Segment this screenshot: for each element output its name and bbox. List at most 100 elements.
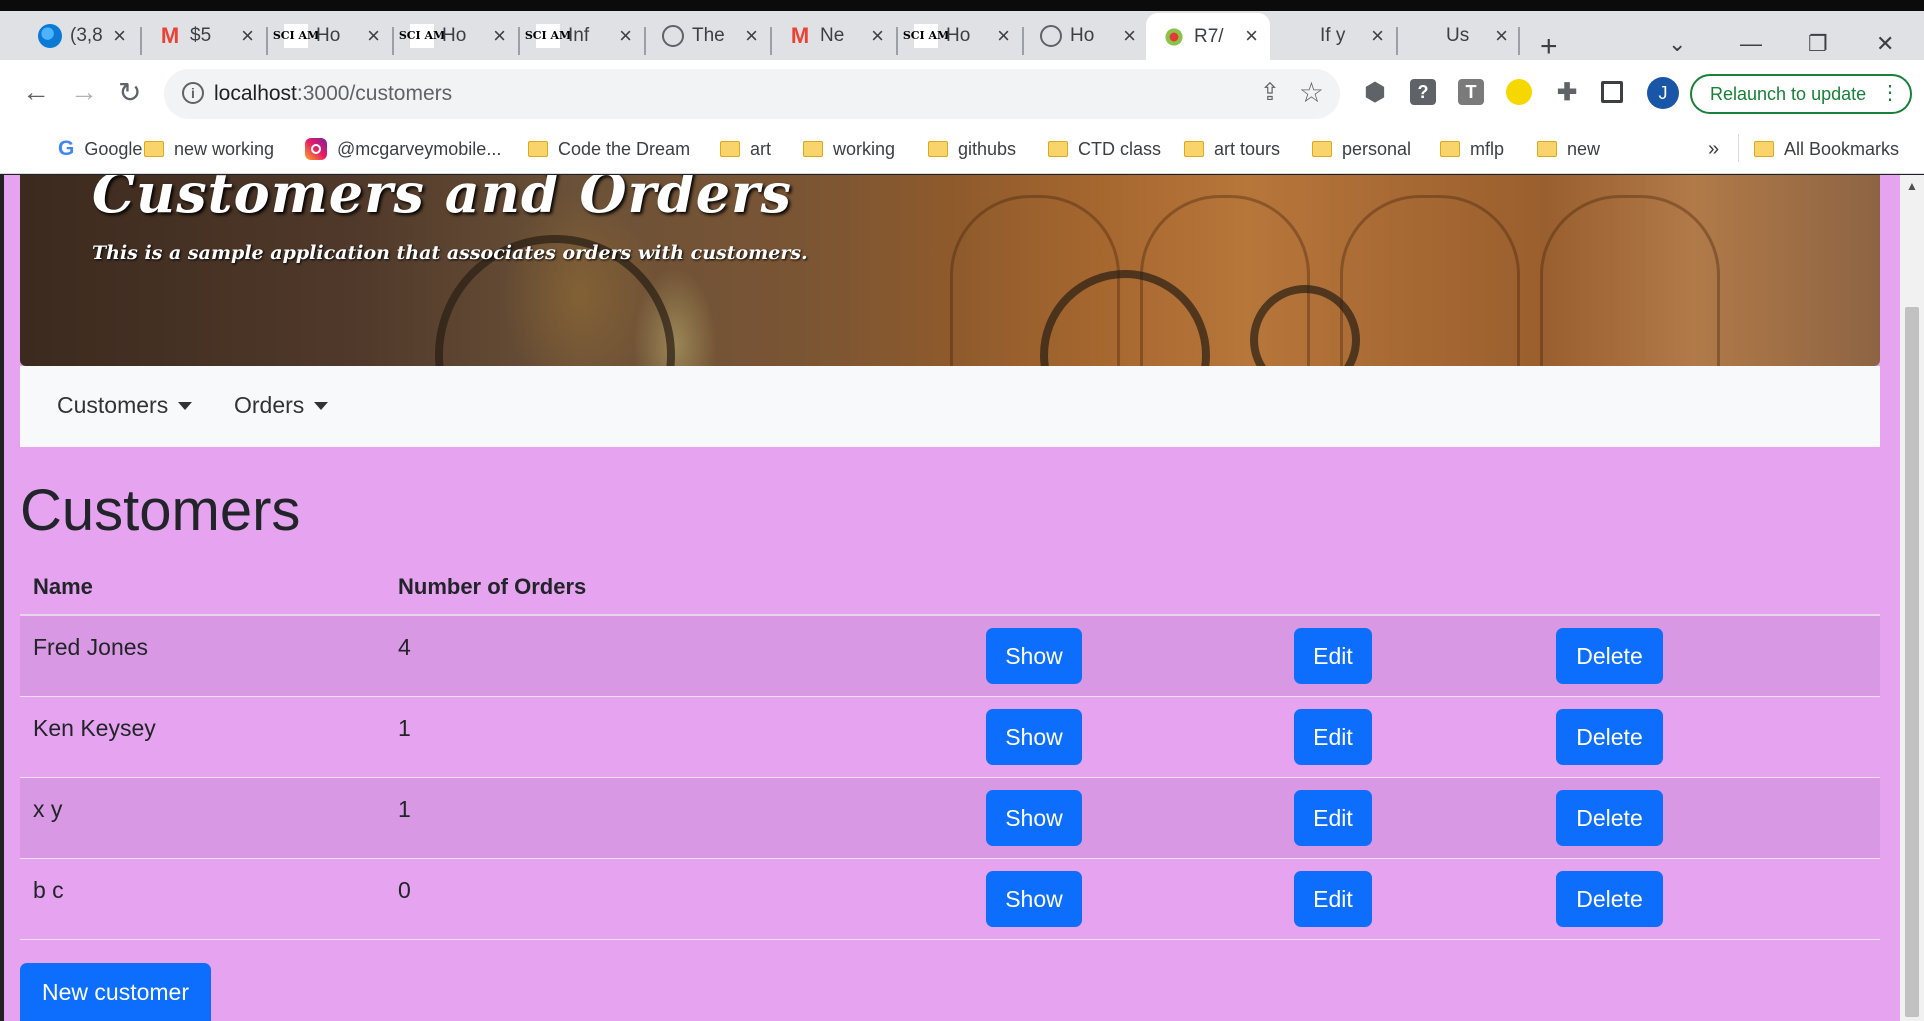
tab-search-icon[interactable]: ⌄: [1668, 31, 1686, 57]
close-window-icon[interactable]: ✕: [1876, 31, 1894, 57]
folder-icon: [528, 141, 548, 157]
hero-title: Customers and Orders: [92, 175, 793, 225]
bookmark-new[interactable]: new: [1537, 136, 1600, 162]
order-count: 0: [398, 877, 411, 903]
bookmark-code-the-dream[interactable]: Code the Dream: [528, 136, 690, 162]
show-button[interactable]: Show: [986, 790, 1082, 846]
edit-button[interactable]: Edit: [1294, 790, 1372, 846]
bookmark-art-tours[interactable]: art tours: [1184, 136, 1280, 162]
table-row: Ken Keysey 1 Show Edit Delete: [20, 697, 1880, 778]
customers-dropdown[interactable]: Customers: [57, 392, 193, 419]
extension-hexagon-icon[interactable]: ⬢: [1362, 79, 1388, 106]
back-icon[interactable]: ←: [22, 76, 50, 108]
bookmark-personal[interactable]: personal: [1312, 136, 1411, 162]
close-tab-icon[interactable]: ×: [493, 23, 506, 49]
show-button[interactable]: Show: [986, 709, 1082, 765]
browser-tab[interactable]: SCI AM Ho ×: [898, 21, 1022, 50]
folder-icon: [1312, 141, 1332, 157]
close-tab-icon[interactable]: ×: [619, 23, 632, 49]
tab-title: Ho: [1070, 24, 1095, 46]
browser-tab[interactable]: Us ×: [1398, 21, 1520, 50]
bookmark-art[interactable]: art: [720, 136, 771, 162]
bookmark-instagram[interactable]: @mcgarveymobile...: [305, 136, 501, 162]
browser-tab[interactable]: M $5 ×: [142, 21, 266, 50]
bookmark-new-working[interactable]: new working: [144, 136, 274, 162]
share-icon[interactable]: ⇪: [1260, 78, 1280, 107]
folder-icon: [1537, 141, 1557, 157]
browser-tab[interactable]: If y ×: [1272, 21, 1396, 50]
browser-tab[interactable]: (3,8 ×: [22, 21, 138, 50]
bookmark-mflp[interactable]: mflp: [1440, 136, 1504, 162]
browser-tab[interactable]: M Ne ×: [772, 21, 896, 50]
scroll-up-icon[interactable]: ▲: [1906, 179, 1918, 193]
google-icon: G: [58, 137, 75, 160]
close-tab-icon[interactable]: ×: [997, 23, 1010, 49]
close-tab-icon[interactable]: ×: [367, 23, 380, 49]
close-tab-icon[interactable]: ×: [1371, 23, 1384, 49]
close-tab-icon[interactable]: ×: [871, 23, 884, 49]
extensions-puzzle-icon[interactable]: ✚: [1554, 79, 1580, 106]
order-count: 1: [398, 796, 411, 822]
close-tab-icon[interactable]: ×: [241, 23, 254, 49]
url-text[interactable]: localhost:3000/customers: [214, 82, 452, 106]
browser-tab[interactable]: SCI AM Ho ×: [394, 21, 518, 50]
reload-icon[interactable]: ↻: [118, 76, 141, 109]
browser-tab[interactable]: Ho ×: [1024, 21, 1148, 50]
close-tab-icon[interactable]: ×: [745, 23, 758, 49]
delete-button[interactable]: Delete: [1556, 628, 1663, 684]
customers-table: Name Number of Orders Fred Jones 4 Show …: [20, 558, 1880, 940]
bookmark-star-icon[interactable]: ☆: [1299, 76, 1324, 109]
help-extension-icon[interactable]: ?: [1410, 79, 1436, 105]
new-tab-icon[interactable]: +: [1540, 30, 1558, 64]
order-count: 4: [398, 634, 411, 660]
menu-dots-icon[interactable]: ⋮: [1880, 80, 1900, 105]
browser-tab-active[interactable]: R7/ ×: [1146, 13, 1270, 61]
browser-tab[interactable]: The ×: [646, 21, 770, 50]
close-tab-icon[interactable]: ×: [1123, 23, 1136, 49]
bookmark-ctd-class[interactable]: CTD class: [1048, 136, 1161, 162]
folder-icon: [1754, 141, 1774, 157]
folder-icon: [1184, 141, 1204, 157]
bookmarks-overflow-icon[interactable]: »: [1708, 136, 1719, 162]
scrollbar-thumb[interactable]: [1905, 307, 1919, 1017]
site-info-icon[interactable]: i: [182, 82, 204, 104]
address-bar[interactable]: i localhost:3000/customers ⇪ ☆: [164, 69, 1340, 119]
page-viewport: Customers and Orders This is a sample ap…: [0, 175, 1924, 1021]
gmail-icon: M: [790, 23, 810, 48]
forward-icon[interactable]: →: [70, 76, 98, 108]
caret-down-icon: [314, 401, 329, 410]
gmail-icon: M: [160, 23, 180, 48]
t-extension-icon[interactable]: T: [1458, 79, 1484, 105]
delete-button[interactable]: Delete: [1556, 790, 1663, 846]
all-bookmarks-button[interactable]: All Bookmarks: [1754, 136, 1899, 162]
minimize-icon[interactable]: —: [1740, 31, 1762, 57]
customer-name: x y: [33, 796, 63, 822]
show-button[interactable]: Show: [986, 628, 1082, 684]
edit-button[interactable]: Edit: [1294, 871, 1372, 927]
side-panel-icon[interactable]: [1601, 81, 1623, 103]
yellow-extension-icon[interactable]: [1506, 79, 1532, 105]
sciam-icon: SCI AM: [399, 23, 445, 48]
browser-tab[interactable]: SCI AM Inf ×: [520, 21, 644, 50]
gauge-icon: [1040, 24, 1062, 47]
restore-icon[interactable]: ❐: [1808, 31, 1828, 57]
bookmark-working[interactable]: working: [803, 136, 895, 162]
bookmark-githubs[interactable]: githubs: [928, 136, 1016, 162]
bookmark-google[interactable]: G Google: [58, 136, 142, 162]
relaunch-button[interactable]: Relaunch to update ⋮: [1690, 74, 1912, 114]
folder-icon: [144, 141, 164, 157]
close-tab-icon[interactable]: ×: [1245, 23, 1258, 49]
delete-button[interactable]: Delete: [1556, 871, 1663, 927]
delete-button[interactable]: Delete: [1556, 709, 1663, 765]
new-customer-button[interactable]: New customer: [20, 963, 211, 1021]
show-button[interactable]: Show: [986, 871, 1082, 927]
page-scrollbar[interactable]: ▲: [1900, 175, 1924, 1021]
close-tab-icon[interactable]: ×: [1495, 23, 1508, 49]
edit-button[interactable]: Edit: [1294, 709, 1372, 765]
close-tab-icon[interactable]: ×: [113, 23, 126, 49]
browser-tab[interactable]: SCI AM Ho ×: [268, 21, 392, 50]
edit-button[interactable]: Edit: [1294, 628, 1372, 684]
orders-dropdown[interactable]: Orders: [234, 392, 329, 419]
profile-avatar[interactable]: J: [1647, 77, 1679, 109]
order-count: 1: [398, 715, 411, 741]
